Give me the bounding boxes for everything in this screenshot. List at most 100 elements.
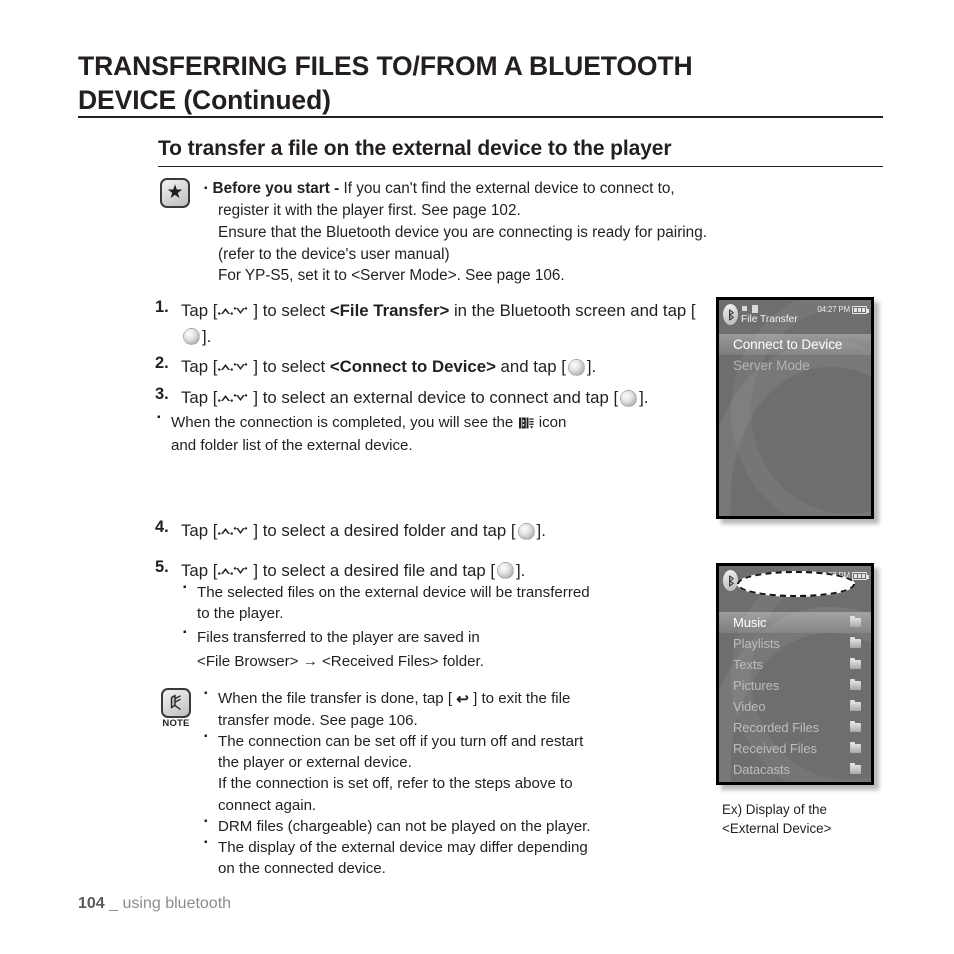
folder-icon <box>850 679 861 690</box>
step-2-end: ]. <box>586 357 597 377</box>
folder-label: Playlists <box>733 636 780 651</box>
manual-page: TRANSFERRING FILES TO/FROM A BLUETOOTH D… <box>0 0 954 954</box>
note-item-1: When the file transfer is done, tap [ ↩ … <box>204 687 724 731</box>
steps-list-a: 1. Tap [] to select <File Transfer> in t… <box>155 298 715 461</box>
step-4-pre: Tap [ <box>181 521 218 540</box>
folder-icon <box>850 742 861 753</box>
star-glyph: ★ <box>166 182 184 203</box>
folder-row[interactable]: Video <box>719 696 871 717</box>
note-item-2: The connection can be set off if you tur… <box>204 730 724 816</box>
updown-key-icon <box>217 385 253 411</box>
folder-row[interactable]: Pictures <box>719 675 871 696</box>
device-status-bar: File Transfer 04:27 PM <box>719 300 871 330</box>
folder-label: Recorded Files <box>733 720 820 735</box>
step-2-mid: ] to select <box>253 357 330 377</box>
note-icon <box>161 688 191 718</box>
page-title: TRANSFERRING FILES TO/FROM A BLUETOOTH D… <box>78 50 888 118</box>
bullet-square-icon: ▪ <box>204 182 208 194</box>
step-3: 3. Tap [] to select an external device t… <box>155 385 715 456</box>
back-arrow-icon: ↩ <box>456 691 469 708</box>
tip-line-2: register it with the player first. See p… <box>218 201 521 219</box>
page-title-line1: TRANSFERRING FILES TO/FROM A BLUETOOTH <box>78 51 693 81</box>
updown-key-icon <box>217 354 253 380</box>
note-item-3: DRM files (chargeable) can not be played… <box>204 815 724 837</box>
section-heading: To transfer a file on the external devic… <box>158 137 672 160</box>
step-3-pre: Tap [ <box>181 388 218 408</box>
note-content: When the file transfer is done, tap [ ↩ … <box>204 687 724 879</box>
bluetooth-connected-icon <box>518 416 534 433</box>
folder-row[interactable]: Music <box>719 612 871 633</box>
note-item-4: The display of the external device may d… <box>204 836 724 879</box>
device-status-icons <box>742 304 798 313</box>
menu-item-label: Server Mode <box>733 358 810 373</box>
step-5-note-1: The selected files on the external devic… <box>183 581 713 624</box>
note-item-2-line3: If the connection is set off, refer to t… <box>218 775 573 793</box>
device-screen: File Transfer 04:27 PM Connect to Device… <box>719 300 871 516</box>
footer-separator: _ <box>109 895 119 912</box>
step-2: 2. Tap [] to select <Connect to Device> … <box>155 354 715 380</box>
folder-icon <box>850 658 861 669</box>
device-folder-list: Music Playlists Texts Pictures Video Rec… <box>719 612 871 780</box>
step-1-pre: Tap [ <box>181 301 218 320</box>
note-item-2-pre: The connection can be set off if you tur… <box>218 733 584 751</box>
before-you-start-tip: ▪ Before you start - If you can't find th… <box>204 178 864 287</box>
step-5-pre: Tap [ <box>181 560 218 580</box>
select-key-icon <box>497 562 514 580</box>
note-item-1-line2: transfer mode. See page 106. <box>218 712 418 729</box>
tip-line-1: ▪ Before you start - If you can't find th… <box>204 178 864 200</box>
step-5-notes: The selected files on the external devic… <box>183 581 713 674</box>
folder-row[interactable]: Recorded Files <box>719 717 871 738</box>
device-screen-title: File Transfer <box>741 314 798 325</box>
example-caption-line2: <External Device> <box>722 821 832 837</box>
folder-icon <box>850 763 861 774</box>
folder-label: Texts <box>733 657 763 672</box>
folder-label: Video <box>733 699 766 714</box>
note-item-2-line4: connect again. <box>218 796 317 814</box>
step-1-number: 1. <box>155 298 169 316</box>
clock-label: 04:27 PM <box>817 305 850 314</box>
bluetooth-small-icon <box>752 304 758 313</box>
step-1: 1. Tap [] to select <File Transfer> in t… <box>155 298 715 349</box>
step-3-end: ]. <box>639 388 649 408</box>
step-5-number: 5. <box>155 557 169 576</box>
section-divider <box>158 166 883 167</box>
step-5-end: ]. <box>516 560 526 580</box>
bluetooth-badge-icon <box>723 304 738 325</box>
step-1-bold: <File Transfer> <box>329 301 450 320</box>
tip-line-4: (refer to the device's user manual) <box>218 245 450 263</box>
note-item-4-line2: on the connected device. <box>218 859 386 877</box>
step-4-mid: ] to select a desired folder and tap [ <box>253 521 516 540</box>
step-4-number: 4. <box>155 518 169 536</box>
step-5-text: Tap [] to select a desired file and tap … <box>181 558 735 584</box>
step-2-text: Tap [] to select <Connect to Device> and… <box>181 354 715 380</box>
example-caption: Ex) Display of the <External Device> <box>722 800 902 838</box>
step-5: 5. Tap [] to select a desired file and t… <box>155 558 735 584</box>
menu-item-connect-to-device[interactable]: Connect to Device <box>719 334 871 355</box>
page-footer: 104 _ using bluetooth <box>78 895 231 913</box>
folder-row[interactable]: Datacasts <box>719 759 871 780</box>
example-caption-line1: Ex) Display of the <box>722 802 827 817</box>
stop-icon <box>742 306 747 311</box>
title-divider <box>78 116 883 118</box>
step-1-end: ]. <box>202 326 212 346</box>
device-status-right: 04:27 PM <box>817 303 869 314</box>
tip-label: Before you start - <box>212 180 340 197</box>
menu-item-label: Connect to Device <box>733 337 843 352</box>
menu-item-server-mode[interactable]: Server Mode <box>719 355 871 376</box>
note-item-1-post: ] to exit the file <box>473 690 571 707</box>
folder-row[interactable]: Texts <box>719 654 871 675</box>
device-screenshot-external-device: 04:27 PM Music Playlists Texts Pictures … <box>716 563 874 785</box>
page-number: 104 <box>78 895 105 912</box>
folder-icon <box>850 700 861 711</box>
tip-line-3: Ensure that the Bluetooth device you are… <box>218 223 707 241</box>
note-label: NOTE <box>162 718 190 729</box>
folder-icon <box>850 721 861 732</box>
step-1-text: Tap [] to select <File Transfer> in the … <box>181 298 715 349</box>
note-item-1-pre: When the file transfer is done, tap [ <box>218 690 453 707</box>
folder-row[interactable]: Received Files <box>719 738 871 759</box>
folder-row[interactable]: Playlists <box>719 633 871 654</box>
note-item-3-pre: DRM files (chargeable) can not be played… <box>218 817 591 835</box>
step-5-note-2: Files transferred to the player are save… <box>183 626 713 672</box>
step-4-end: ]. <box>536 521 546 540</box>
step-5-note-2-line1: Files transferred to the player are save… <box>197 629 480 647</box>
